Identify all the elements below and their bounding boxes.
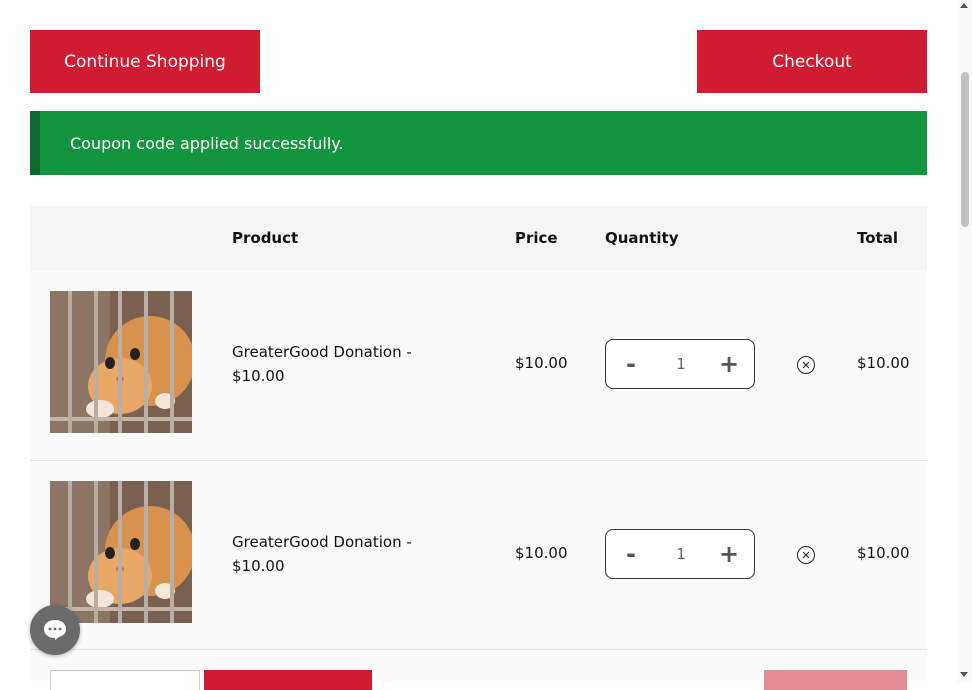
scroll-up-icon[interactable] [960, 3, 968, 8]
coupon-success-notice: Coupon code applied successfully. [30, 111, 927, 175]
product-price: $10.00 [515, 354, 568, 372]
product-image[interactable] [50, 291, 192, 433]
coupon-code-input[interactable] [50, 670, 200, 690]
header-quantity: Quantity [605, 229, 679, 247]
product-price: $10.00 [515, 544, 568, 562]
close-circle-icon[interactable]: ✕ [797, 546, 815, 564]
checkout-button[interactable]: Checkout [697, 30, 927, 93]
table-row: GreaterGood Donation - $10.00 $10.00 - 1… [30, 460, 927, 650]
quantity-stepper: - 1 + [605, 529, 755, 579]
cart-table-header: Product Price Quantity Total [30, 206, 927, 270]
page-scrollbar[interactable] [957, 0, 972, 682]
line-total: $10.00 [857, 544, 910, 562]
product-name[interactable]: GreaterGood Donation - $10.00 [232, 340, 452, 388]
decrease-quantity-button[interactable]: - [611, 530, 651, 578]
product-image[interactable] [50, 481, 192, 623]
kitten-photo [50, 481, 192, 623]
chat-launcher-button[interactable] [30, 605, 80, 655]
quantity-input[interactable]: 1 [656, 340, 706, 388]
line-total: $10.00 [857, 354, 910, 372]
update-cart-button[interactable] [764, 670, 907, 690]
table-row: GreaterGood Donation - $10.00 $10.00 - 1… [30, 270, 927, 460]
kitten-photo [50, 291, 192, 433]
continue-shopping-button[interactable]: Continue Shopping [30, 30, 260, 93]
increase-quantity-button[interactable]: + [709, 530, 749, 578]
product-name[interactable]: GreaterGood Donation - $10.00 [232, 530, 452, 578]
decrease-quantity-button[interactable]: - [611, 340, 651, 388]
cart-table: Product Price Quantity Total GreaterGood… [30, 206, 927, 690]
header-total: Total [857, 229, 898, 247]
notice-message: Coupon code applied successfully. [70, 133, 344, 153]
header-price: Price [515, 229, 558, 247]
scroll-thumb[interactable] [961, 72, 969, 227]
quantity-stepper: - 1 + [605, 339, 755, 389]
cart-actions-bar [30, 670, 927, 690]
chat-bubble-icon [44, 620, 66, 640]
row-divider [30, 649, 927, 650]
increase-quantity-button[interactable]: + [709, 340, 749, 388]
quantity-input[interactable]: 1 [656, 530, 706, 578]
close-circle-icon[interactable]: ✕ [797, 356, 815, 374]
header-product: Product [232, 229, 299, 247]
scroll-down-icon[interactable] [960, 672, 968, 677]
apply-coupon-button[interactable] [204, 670, 372, 690]
